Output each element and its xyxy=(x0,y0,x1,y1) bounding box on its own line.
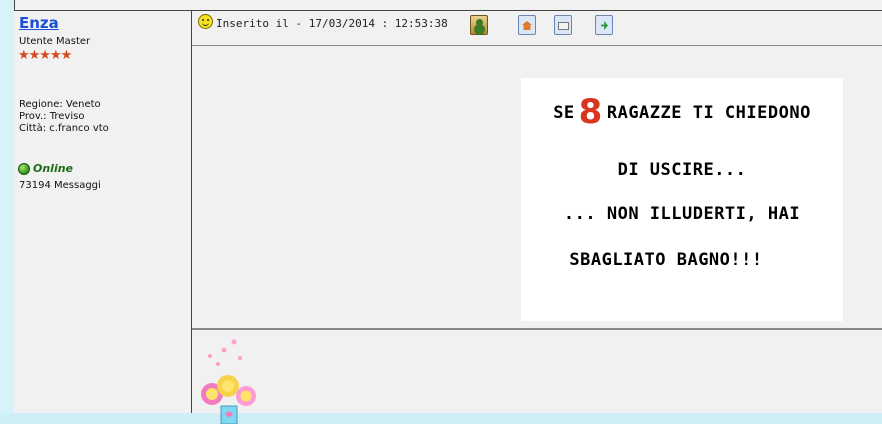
quote-icon[interactable] xyxy=(595,15,613,35)
author-column: Enza Utente Master ★★★★★ Regione: Veneto… xyxy=(14,11,192,413)
author-province: Prov.: Treviso xyxy=(19,111,85,122)
image-line-2: DI USCIRE... xyxy=(617,160,747,180)
author-city: Città: c.franco vto xyxy=(19,123,109,134)
top-border xyxy=(0,0,882,11)
online-status: Online xyxy=(18,162,73,175)
image-line-3: ... NON ILLUDERTI, HAI xyxy=(563,204,801,224)
forum-post: Enza Utente Master ★★★★★ Regione: Veneto… xyxy=(0,0,882,424)
left-margin xyxy=(0,0,15,413)
image-line-4: SBAGLIATO BAGNO!!! xyxy=(569,250,763,270)
image-line-1: SE 8 RAGAZZE TI CHIEDONO xyxy=(521,92,843,132)
online-dot-icon xyxy=(18,162,30,175)
post-header: Inserito il - 17/03/2014 : 12:53:38 xyxy=(192,11,882,46)
message-count: 73194 Messaggi xyxy=(19,180,101,191)
author-name-link[interactable]: Enza xyxy=(19,14,59,32)
post-column: Inserito il - 17/03/2014 : 12:53:38 SE 8 R… xyxy=(192,11,882,424)
flower-pot-icon xyxy=(201,339,256,424)
signature-divider xyxy=(192,328,882,330)
author-region: Regione: Veneto xyxy=(19,99,101,110)
smiley-icon xyxy=(198,14,213,29)
email-icon[interactable] xyxy=(554,15,572,35)
image-text-se: SE xyxy=(553,103,575,123)
image-text-ragazze: RAGAZZE TI CHIEDONO xyxy=(606,103,811,123)
profile-icon[interactable] xyxy=(470,15,488,35)
author-rank: Utente Master xyxy=(19,36,91,47)
rank-stars-icon: ★★★★★ xyxy=(18,48,72,63)
online-label: Online xyxy=(33,162,74,175)
post-timestamp: Inserito il - 17/03/2014 : 12:53:38 xyxy=(216,17,448,30)
post-image: SE 8 RAGAZZE TI CHIEDONO DI USCIRE... ... … xyxy=(521,78,843,321)
image-number: 8 xyxy=(578,92,603,132)
home-icon[interactable] xyxy=(518,15,536,35)
